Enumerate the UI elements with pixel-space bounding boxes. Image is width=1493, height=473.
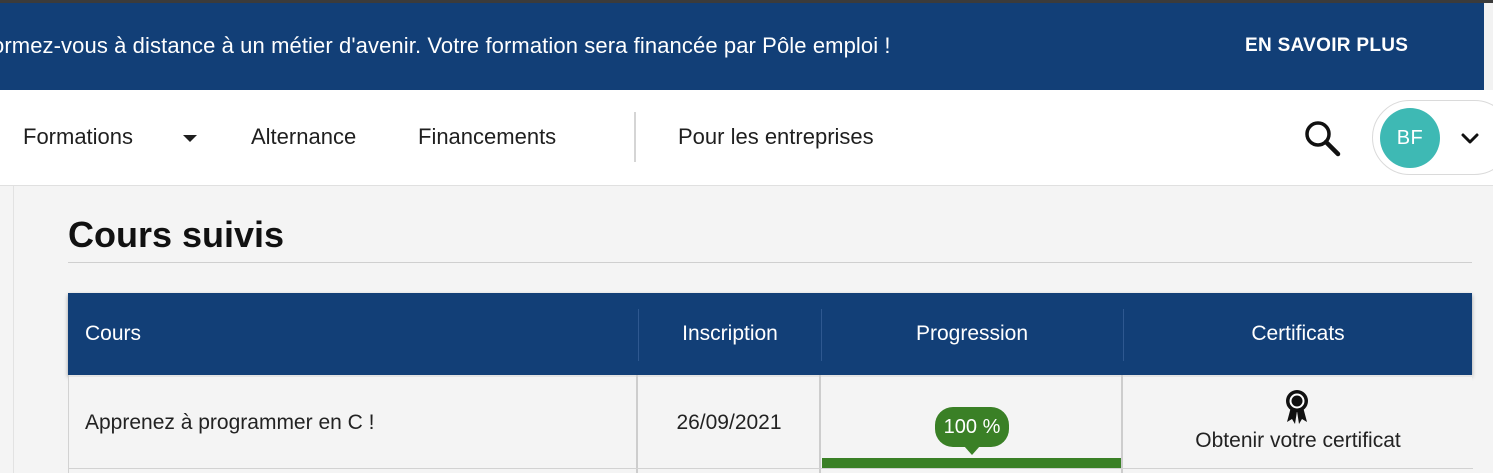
- nav-divider: [634, 112, 636, 162]
- user-menu-button[interactable]: BF: [1372, 100, 1493, 175]
- progress-percent-badge: 100 %: [935, 407, 1009, 447]
- avatar[interactable]: BF: [1380, 108, 1440, 168]
- main-navbar: Formations Alternance Financements Pour …: [0, 90, 1493, 186]
- progress-percent-label: 100 %: [943, 415, 1001, 438]
- banner-learn-more-link[interactable]: EN SAVOIR PLUS: [1245, 35, 1408, 57]
- search-button[interactable]: [1302, 118, 1342, 158]
- header-certificats[interactable]: Certificats: [1124, 293, 1472, 375]
- title-divider: [68, 262, 1472, 263]
- caret-down-icon[interactable]: [183, 135, 197, 142]
- get-certificate-link[interactable]: Obtenir votre certificat: [1123, 429, 1473, 453]
- search-icon: [1305, 121, 1341, 157]
- header-cours[interactable]: Cours: [85, 293, 141, 375]
- page-title: Cours suivis: [68, 214, 285, 255]
- row-border: [69, 468, 1473, 469]
- courses-table: Cours Inscription Progression Certificat…: [68, 293, 1473, 473]
- nav-item-formations[interactable]: Formations: [23, 124, 133, 150]
- promo-banner: ormez-vous à distance à un métier d'aven…: [0, 3, 1493, 90]
- nav-item-financements[interactable]: Financements: [418, 124, 556, 150]
- header-progression[interactable]: Progression: [822, 293, 1122, 375]
- column-separator: [819, 375, 821, 473]
- banner-message: ormez-vous à distance à un métier d'aven…: [0, 33, 891, 58]
- table-row: Apprenez à programmer en C ! 26/09/2021 …: [68, 375, 1473, 473]
- nav-item-entreprises[interactable]: Pour les entreprises: [678, 124, 874, 150]
- nav-item-alternance[interactable]: Alternance: [251, 124, 356, 150]
- scrollbar-track[interactable]: [1484, 3, 1493, 90]
- column-separator: [1121, 375, 1123, 473]
- avatar-initials: BF: [1396, 126, 1424, 149]
- award-ribbon-icon: [1286, 390, 1308, 424]
- table-header: Cours Inscription Progression Certificat…: [68, 293, 1472, 375]
- course-title-link[interactable]: Apprenez à programmer en C !: [85, 411, 374, 435]
- header-inscription[interactable]: Inscription: [639, 293, 821, 375]
- enrollment-date: 26/09/2021: [676, 411, 782, 434]
- row-border: [69, 375, 1473, 377]
- chevron-down-icon[interactable]: [1459, 127, 1481, 149]
- badge-pointer: [964, 446, 980, 455]
- left-divider: [13, 186, 14, 473]
